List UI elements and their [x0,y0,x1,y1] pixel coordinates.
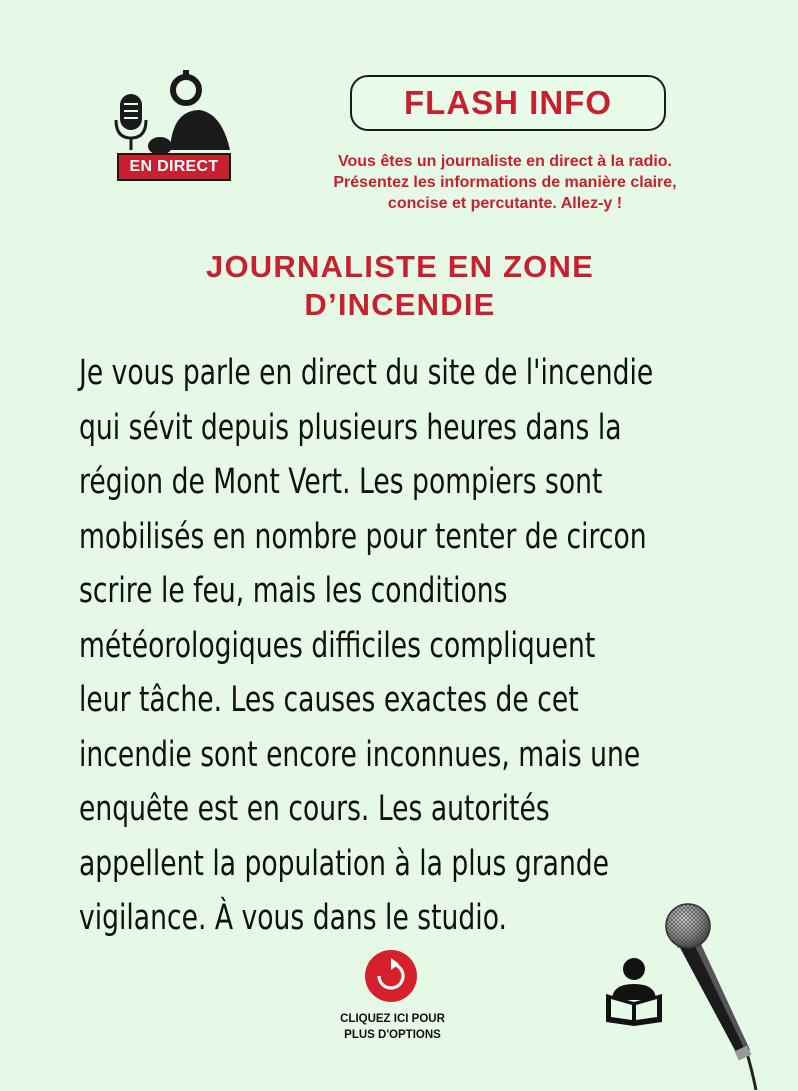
options-label-line: PLUS D'OPTIONS [344,1029,441,1041]
body-line: région de Mont Vert. Les pompiers sont [79,462,603,502]
options-label[interactable]: CLIQUEZ ICI POUR PLUS D'OPTIONS [320,1011,465,1043]
instructions-text: Vous êtes un journaliste en direct à la … [255,151,755,214]
body-line: Je vous parle en direct du site de l'inc… [79,353,654,393]
card-title-line: D’INCENDIE [304,287,496,322]
body-line: mobilisés en nombre pour tenter de circo… [79,516,647,557]
instruction-line: Présentez les informations de manière cl… [333,174,677,191]
card-title: JOURNALISTE EN ZONE D’INCENDIE [150,248,650,324]
options-button[interactable] [363,948,419,1004]
body-line: qui sévit depuis plusieurs heures dans l… [79,407,622,448]
options-label-line: CLIQUEZ ICI POUR [340,1013,445,1025]
instruction-line: Vous êtes un journaliste en direct à la … [337,153,672,170]
reader-icon [606,958,662,1026]
live-badge: EN DIRECT [117,153,231,181]
body-line: leur tâche. Les causes exactes de cet [79,680,579,720]
instruction-line: concise et percutante. Allez-y ! [387,195,623,212]
body-line: appellent la population à la plus grande [79,843,610,884]
card-body: Je vous parle en direct du site de l'inc… [79,346,740,946]
flash-info-title: FLASH INFO [350,75,666,131]
body-line: scrire le feu, mais les conditions [79,571,508,611]
body-line: vigilance. À vous dans le studio. [79,898,507,938]
card-title-line: JOURNALISTE EN ZONE [206,249,594,284]
body-line: incendie sont encore inconnues, mais une [79,734,641,775]
microphone-icon [665,903,758,1090]
body-line: enquête est en cours. Les autorités [79,789,550,829]
body-line: météorologiques difficiles compliquent [79,625,596,666]
